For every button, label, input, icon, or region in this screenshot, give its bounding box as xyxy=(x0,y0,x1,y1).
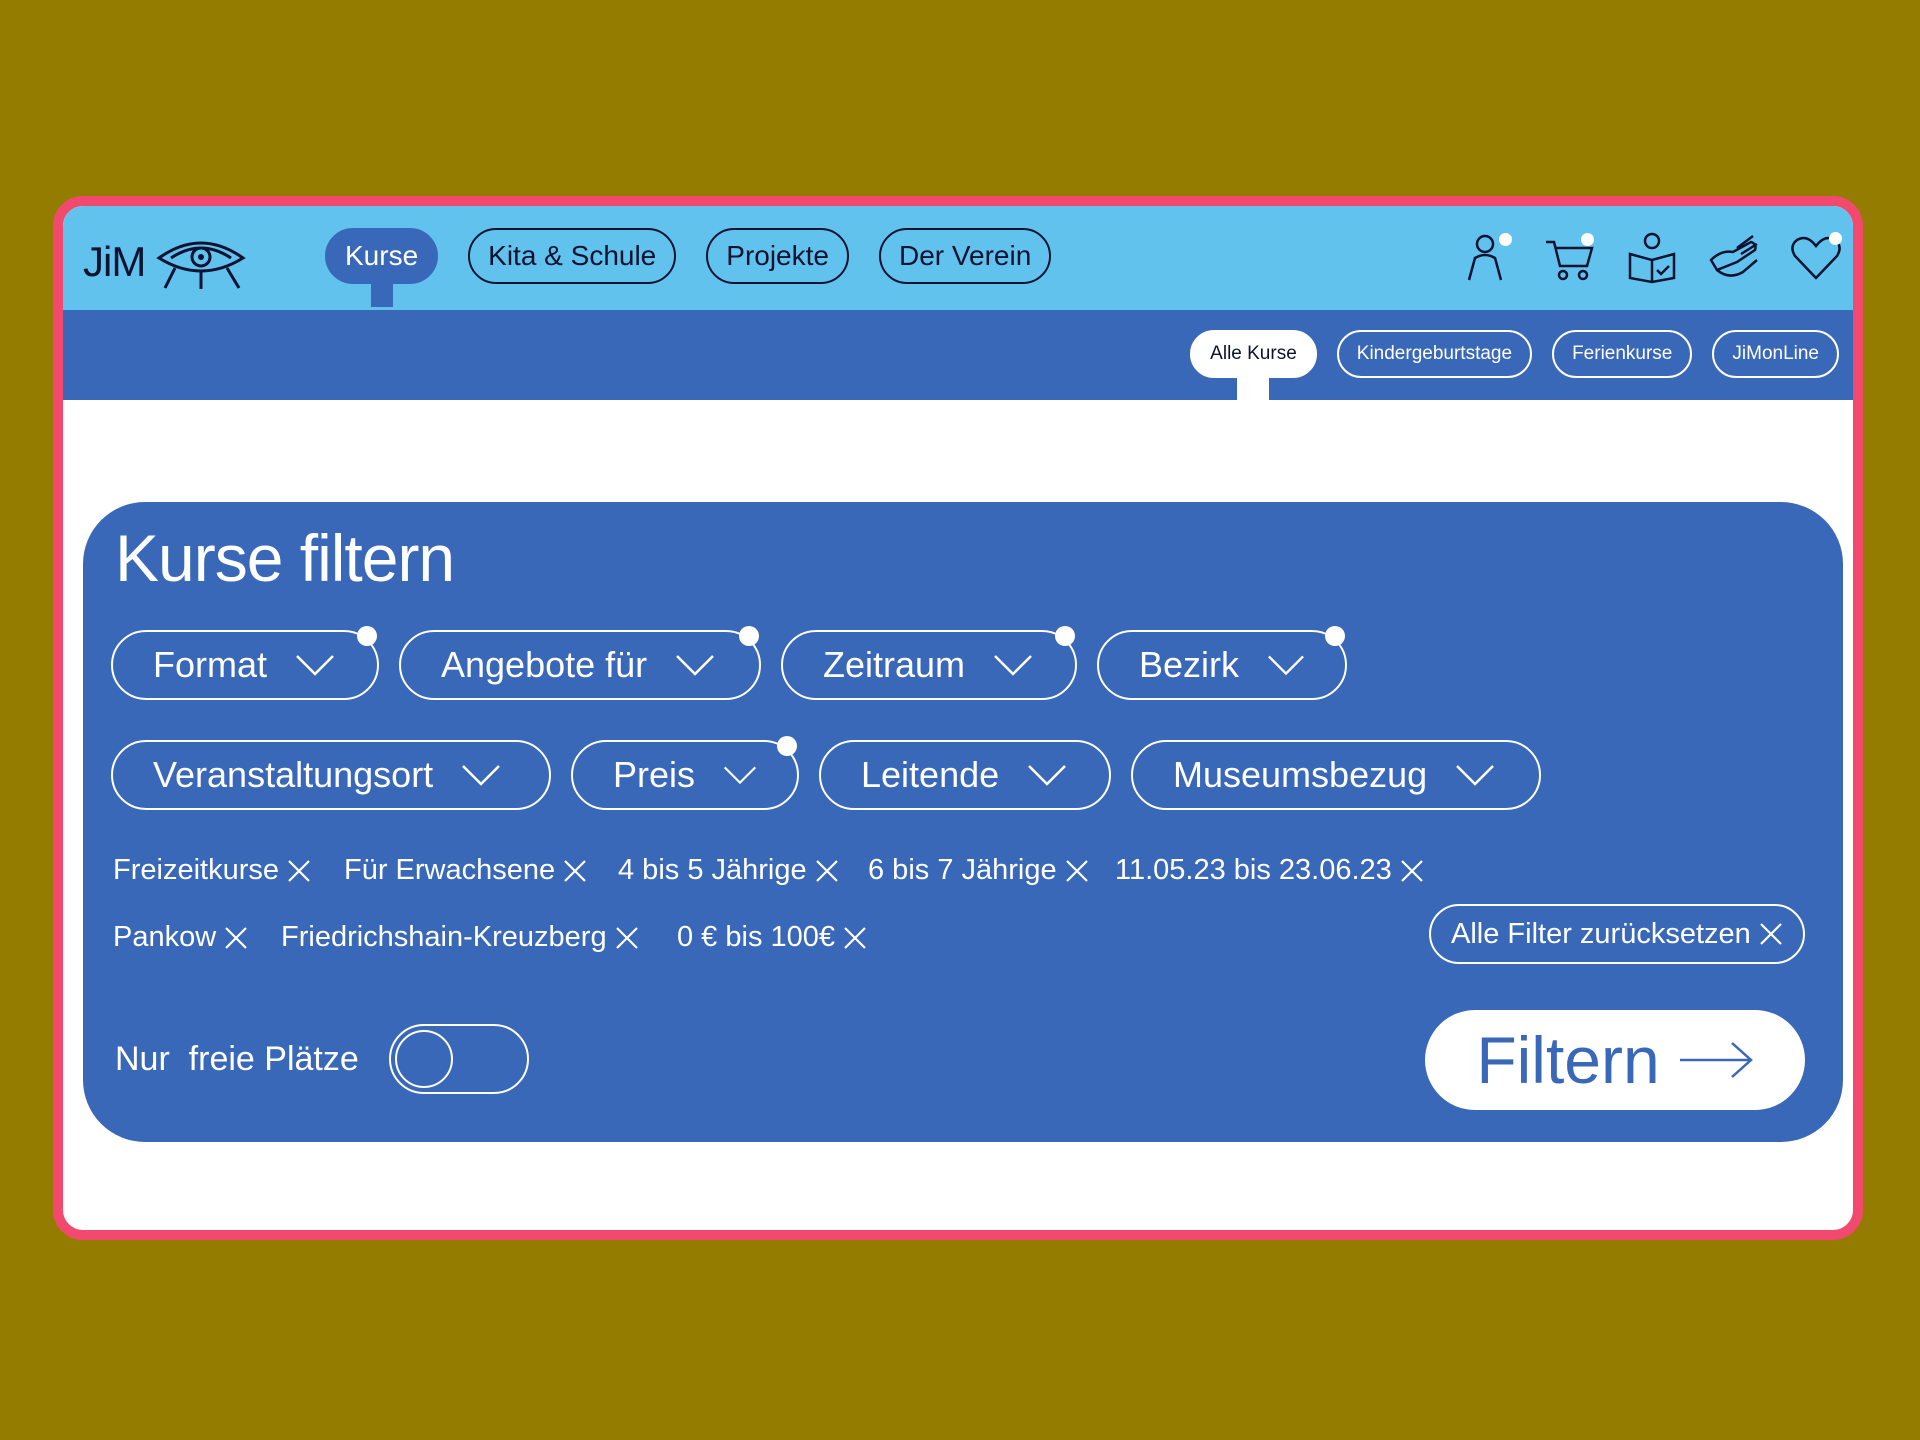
top-navigation: JiM Kurse Kita & Schule Projekte Der Ver… xyxy=(63,206,1853,310)
dropdown-leitende[interactable]: Leitende xyxy=(819,740,1111,810)
close-icon xyxy=(615,926,638,949)
dropdown-label: Angebote für xyxy=(441,644,648,685)
dropdown-format[interactable]: Format xyxy=(111,626,379,700)
dropdown-label: Museumsbezug xyxy=(1173,754,1428,795)
selection-dot xyxy=(739,626,759,646)
reading-icon[interactable] xyxy=(1625,230,1679,284)
chip-label: Freizeitkurse xyxy=(113,854,279,886)
cart-icon[interactable] xyxy=(1543,230,1597,284)
logo-text: JiM xyxy=(83,238,146,285)
chip-label: 0 € bis 100€ xyxy=(677,921,836,953)
filter-chip-pankow[interactable]: Pankow xyxy=(113,921,248,954)
filter-chip-zeitraum[interactable]: 11.05.23 bis 23.06.23 xyxy=(1115,854,1424,887)
free-places-toggle[interactable] xyxy=(389,1024,529,1094)
dropdown-museumsbezug[interactable]: Museumsbezug xyxy=(1131,740,1541,810)
subtab-jimonline[interactable]: JiMonLine xyxy=(1712,330,1839,378)
user-icon[interactable] xyxy=(1461,230,1515,284)
selection-dot xyxy=(1055,626,1075,646)
dropdown-veranstaltungsort[interactable]: Veranstaltungsort xyxy=(111,740,551,810)
dropdown-angebote-fuer[interactable]: Angebote für xyxy=(399,626,761,700)
chevron-down-icon xyxy=(296,655,334,676)
heart-notification-dot xyxy=(1829,232,1842,245)
filter-chip-4-bis-5[interactable]: 4 bis 5 Jährige xyxy=(618,854,839,887)
chevron-down-icon xyxy=(723,766,757,785)
close-icon xyxy=(815,859,838,882)
chip-label: 4 bis 5 Jährige xyxy=(618,854,807,886)
dropdown-preis[interactable]: Preis xyxy=(571,736,799,810)
filter-chip-6-bis-7[interactable]: 6 bis 7 Jährige xyxy=(868,854,1089,887)
handshake-icon[interactable] xyxy=(1707,230,1761,284)
filter-chip-fuer-erwachsene[interactable]: Für Erwachsene xyxy=(344,854,587,887)
nav-item-kurse[interactable]: Kurse xyxy=(325,228,439,284)
chip-label: Pankow xyxy=(113,921,217,953)
subtab-ferienkurse[interactable]: Ferienkurse xyxy=(1552,330,1693,378)
selection-dot xyxy=(357,626,377,646)
dropdown-label: Veranstaltungsort xyxy=(153,754,434,795)
dropdown-label: Preis xyxy=(613,754,696,795)
user-notification-dot xyxy=(1499,233,1512,246)
dropdown-label: Format xyxy=(153,644,268,685)
chevron-down-icon xyxy=(1028,765,1067,786)
filter-chip-preis[interactable]: 0 € bis 100€ xyxy=(677,921,867,954)
close-icon xyxy=(844,926,866,949)
chevron-down-icon xyxy=(1456,765,1495,786)
main-nav: Kurse Kita & Schule Projekte Der Verein xyxy=(325,228,1052,284)
header-icons xyxy=(1461,230,1843,284)
arrow-right-icon xyxy=(1679,1042,1753,1078)
cart-notification-dot xyxy=(1581,233,1594,246)
reset-filters-button[interactable]: Alle Filter zurücksetzen xyxy=(1429,904,1805,964)
browser-frame: JiM Kurse Kita & Schule Projekte Der Ver… xyxy=(53,196,1863,1240)
chip-label: 11.05.23 bis 23.06.23 xyxy=(1115,854,1392,886)
chevron-down-icon xyxy=(462,765,501,786)
chevron-down-icon xyxy=(676,655,715,676)
toggle-knob xyxy=(395,1030,453,1088)
close-icon xyxy=(1065,859,1088,882)
chip-label: 6 bis 7 Jährige xyxy=(868,854,1057,886)
dropdown-label: Zeitraum xyxy=(823,644,966,685)
dropdown-label: Leitende xyxy=(861,754,1000,795)
submit-label: Filtern xyxy=(1476,1023,1660,1097)
chip-label: Für Erwachsene xyxy=(344,854,556,886)
selection-dot xyxy=(777,736,797,756)
subtab-kindergeburtstage[interactable]: Kindergeburtstage xyxy=(1336,330,1533,378)
close-icon xyxy=(225,926,247,949)
dropdown-zeitraum[interactable]: Zeitraum xyxy=(781,626,1077,700)
heart-icon[interactable] xyxy=(1789,230,1843,284)
filter-chip-friedrichshain-kreuzberg[interactable]: Friedrichshain-Kreuzberg xyxy=(281,921,639,954)
close-icon xyxy=(564,859,586,882)
dropdown-bezirk[interactable]: Bezirk xyxy=(1097,626,1347,700)
close-icon xyxy=(1760,923,1782,945)
sub-navigation: Alle Kurse Kindergeburtstage Ferienkurse… xyxy=(63,310,1853,400)
nav-item-projekte[interactable]: Projekte xyxy=(706,228,849,284)
close-icon xyxy=(288,859,310,882)
free-places-label: Nur freie Plätze xyxy=(115,1040,359,1078)
selection-dot xyxy=(1325,626,1345,646)
chevron-down-icon xyxy=(1268,655,1304,676)
close-icon xyxy=(1401,859,1423,882)
subtab-alle-kurse[interactable]: Alle Kurse xyxy=(1190,330,1317,378)
nav-item-der-verein[interactable]: Der Verein xyxy=(878,228,1052,284)
chevron-down-icon xyxy=(994,655,1032,676)
filter-title: Kurse filtern xyxy=(115,521,455,595)
eye-logo-icon xyxy=(156,241,247,289)
filter-panel: Kurse filtern Format Angebote für Zeitra… xyxy=(83,502,1843,1142)
chip-label: Friedrichshain-Kreuzberg xyxy=(281,921,607,953)
reset-label: Alle Filter zurücksetzen xyxy=(1451,917,1751,950)
filter-submit-button[interactable]: Filtern xyxy=(1425,1010,1805,1110)
filter-chip-freizeitkurse[interactable]: Freizeitkurse xyxy=(113,854,311,887)
dropdown-label: Bezirk xyxy=(1139,644,1240,685)
logo[interactable]: JiM xyxy=(83,234,247,290)
nav-item-kita-schule[interactable]: Kita & Schule xyxy=(468,228,677,284)
